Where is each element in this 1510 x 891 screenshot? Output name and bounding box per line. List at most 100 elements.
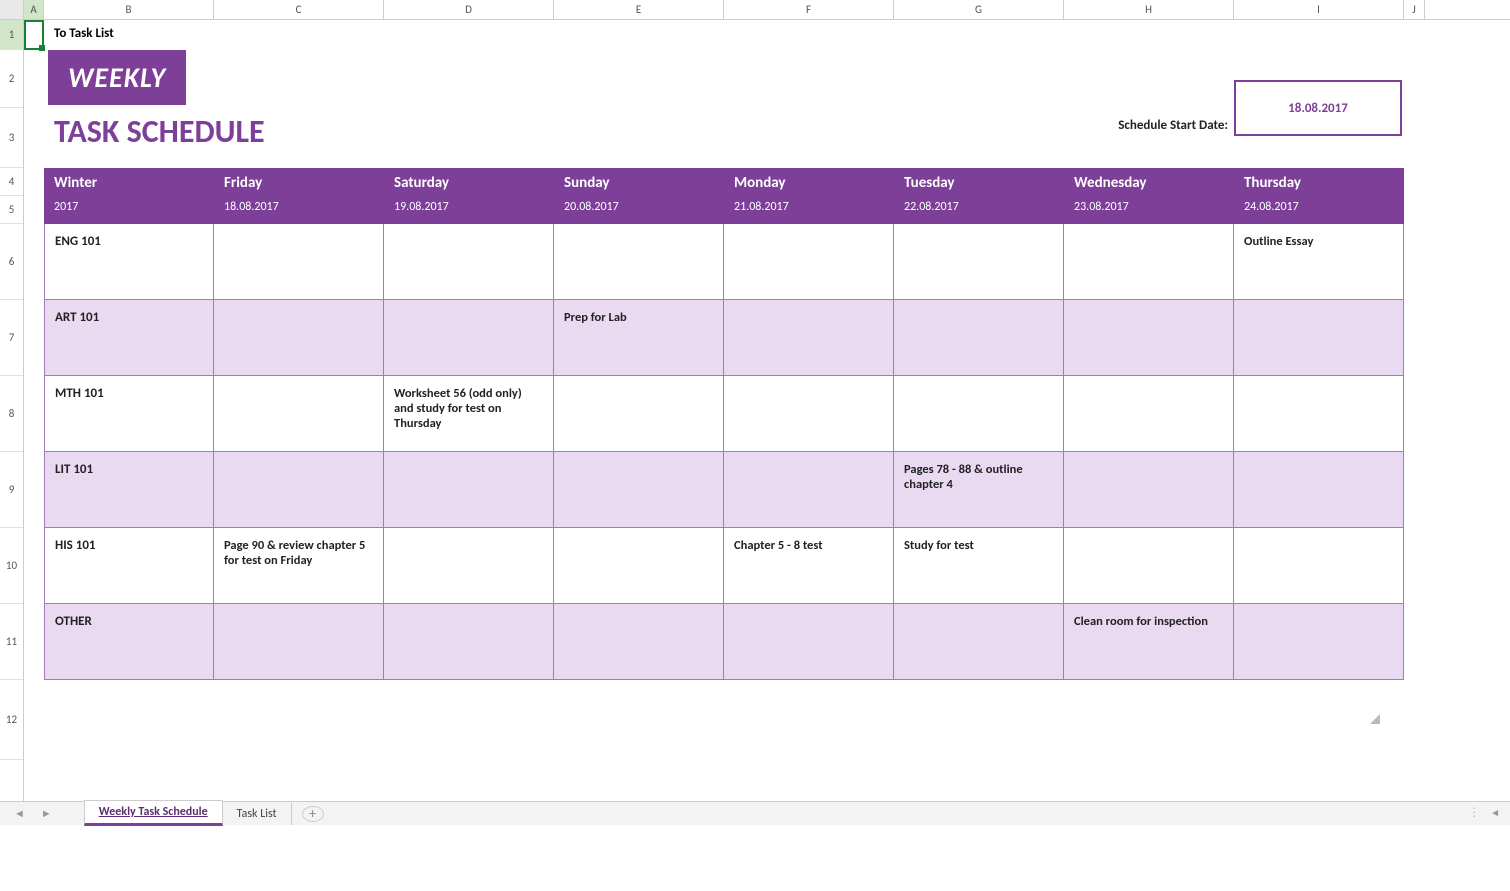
cell-art-tue[interactable] xyxy=(894,300,1064,376)
sheet-tab-weekly[interactable]: Weekly Task Schedule xyxy=(84,800,223,826)
cell-A5[interactable] xyxy=(24,196,44,224)
cell-his-mon[interactable]: Chapter 5 - 8 test xyxy=(724,528,894,604)
row1-blank[interactable] xyxy=(384,20,1425,50)
row-header-6[interactable]: 6 xyxy=(0,224,23,300)
cell-art-fri[interactable] xyxy=(214,300,384,376)
cell-J10[interactable] xyxy=(1404,528,1425,604)
cell-art-sun[interactable]: Prep for Lab xyxy=(554,300,724,376)
col-header-A[interactable]: A xyxy=(24,0,44,19)
row-header-7[interactable]: 7 xyxy=(0,300,23,376)
cell-other-fri[interactable] xyxy=(214,604,384,680)
cell-other-mon[interactable] xyxy=(724,604,894,680)
cell-J4[interactable] xyxy=(1404,168,1425,196)
hdr-date-wed[interactable]: 23.08.2017 xyxy=(1064,196,1234,224)
cell-lit-wed[interactable] xyxy=(1064,452,1234,528)
hdr-date-sun[interactable]: 20.08.2017 xyxy=(554,196,724,224)
col-header-I[interactable]: I xyxy=(1234,0,1404,19)
start-date-cell[interactable]: 18.08.2017 xyxy=(1234,108,1404,168)
cell-mth-tue[interactable] xyxy=(894,376,1064,452)
row-header-4[interactable]: 4 xyxy=(0,168,23,196)
row-header-8[interactable]: 8 xyxy=(0,376,23,452)
hdr-day-tue[interactable]: Tuesday xyxy=(894,168,1064,196)
row-header-5[interactable]: 5 xyxy=(0,196,23,224)
cell-eng-sat[interactable] xyxy=(384,224,554,300)
cell-J8[interactable] xyxy=(1404,376,1425,452)
hdr-year[interactable]: 2017 xyxy=(44,196,214,224)
col-header-B[interactable]: B xyxy=(44,0,214,19)
cell-his-sun[interactable] xyxy=(554,528,724,604)
col-header-G[interactable]: G xyxy=(894,0,1064,19)
row-header-1[interactable]: 1 xyxy=(0,20,23,50)
hdr-date-mon[interactable]: 21.08.2017 xyxy=(724,196,894,224)
hdr-date-thu[interactable]: 24.08.2017 xyxy=(1234,196,1404,224)
to-task-list-link[interactable]: To Task List xyxy=(44,20,384,50)
select-all-corner[interactable] xyxy=(0,0,24,19)
cell-mth-sat[interactable]: Worksheet 56 (odd only) and study for te… xyxy=(384,376,554,452)
cell-art-wed[interactable] xyxy=(1064,300,1234,376)
cell-other-sat[interactable] xyxy=(384,604,554,680)
cell-mth-wed[interactable] xyxy=(1064,376,1234,452)
row-label-other[interactable]: OTHER xyxy=(44,604,214,680)
hdr-day-thu[interactable]: Thursday xyxy=(1234,168,1404,196)
cell-lit-sun[interactable] xyxy=(554,452,724,528)
hdr-day-wed[interactable]: Wednesday xyxy=(1064,168,1234,196)
cell-A7[interactable] xyxy=(24,300,44,376)
cell-A6[interactable] xyxy=(24,224,44,300)
cell-J9[interactable] xyxy=(1404,452,1425,528)
cell-eng-wed[interactable] xyxy=(1064,224,1234,300)
hdr-date-fri[interactable]: 18.08.2017 xyxy=(214,196,384,224)
cell-mth-sun[interactable] xyxy=(554,376,724,452)
cell-art-sat[interactable] xyxy=(384,300,554,376)
cell-J6[interactable] xyxy=(1404,224,1425,300)
cell-J3[interactable] xyxy=(1404,108,1425,168)
hdr-season[interactable]: Winter xyxy=(44,168,214,196)
cell-other-tue[interactable] xyxy=(894,604,1064,680)
col-header-C[interactable]: C xyxy=(214,0,384,19)
cell-A3[interactable] xyxy=(24,108,44,168)
tab-nav-prev-icon[interactable]: ◄ xyxy=(14,807,25,820)
cell-eng-thu[interactable]: Outline Essay xyxy=(1234,224,1404,300)
row-header-10[interactable]: 10 xyxy=(0,528,23,604)
cell-eng-mon[interactable] xyxy=(724,224,894,300)
add-sheet-button[interactable]: + xyxy=(302,806,324,822)
hdr-day-sun[interactable]: Sunday xyxy=(554,168,724,196)
cell-lit-thu[interactable] xyxy=(1234,452,1404,528)
cell-A2[interactable] xyxy=(24,50,44,108)
cell-his-wed[interactable] xyxy=(1064,528,1234,604)
row-header-2[interactable]: 2 xyxy=(0,50,23,108)
cell-J5[interactable] xyxy=(1404,196,1425,224)
row12-blank[interactable] xyxy=(24,680,1425,760)
hdr-date-sat[interactable]: 19.08.2017 xyxy=(384,196,554,224)
col-header-J[interactable]: J xyxy=(1404,0,1425,19)
row-label-art[interactable]: ART 101 xyxy=(44,300,214,376)
row-label-eng[interactable]: ENG 101 xyxy=(44,224,214,300)
cell-eng-fri[interactable] xyxy=(214,224,384,300)
cell-J11[interactable] xyxy=(1404,604,1425,680)
cell-lit-sat[interactable] xyxy=(384,452,554,528)
hdr-day-fri[interactable]: Friday xyxy=(214,168,384,196)
col-header-E[interactable]: E xyxy=(554,0,724,19)
cell-other-sun[interactable] xyxy=(554,604,724,680)
sheet-area[interactable]: To Task List WEEKLY TASK SCHEDULE Schedu… xyxy=(24,20,1510,801)
row3-blank[interactable] xyxy=(554,108,1064,168)
scroll-left-icon[interactable]: ◄ xyxy=(1490,806,1500,819)
cell-A4[interactable] xyxy=(24,168,44,196)
row-label-his[interactable]: HIS 101 xyxy=(44,528,214,604)
tab-nav-next-icon[interactable]: ► xyxy=(41,807,52,820)
cell-his-sat[interactable] xyxy=(384,528,554,604)
hdr-day-sat[interactable]: Saturday xyxy=(384,168,554,196)
cell-art-mon[interactable] xyxy=(724,300,894,376)
cell-mth-thu[interactable] xyxy=(1234,376,1404,452)
col-header-D[interactable]: D xyxy=(384,0,554,19)
cell-his-thu[interactable] xyxy=(1234,528,1404,604)
cell-lit-tue[interactable]: Pages 78 - 88 & outline chapter 4 xyxy=(894,452,1064,528)
sheet-tab-tasklist[interactable]: Task List xyxy=(223,803,292,825)
cell-other-wed[interactable]: Clean room for inspection xyxy=(1064,604,1234,680)
cell-his-fri[interactable]: Page 90 & review chapter 5 for test on F… xyxy=(214,528,384,604)
col-header-H[interactable]: H xyxy=(1064,0,1234,19)
cell-art-thu[interactable] xyxy=(1234,300,1404,376)
cell-mth-mon[interactable] xyxy=(724,376,894,452)
row-header-11[interactable]: 11 xyxy=(0,604,23,680)
cell-eng-tue[interactable] xyxy=(894,224,1064,300)
cell-other-thu[interactable] xyxy=(1234,604,1404,680)
